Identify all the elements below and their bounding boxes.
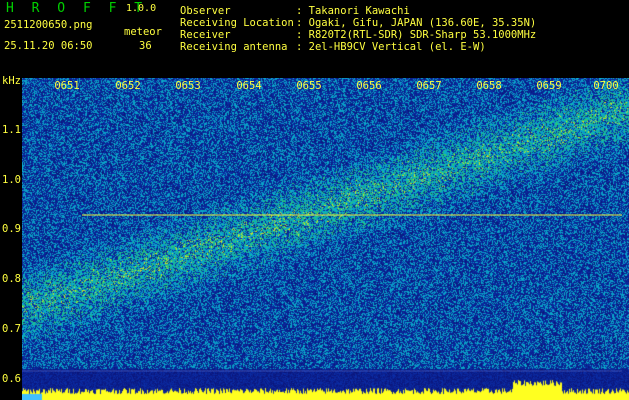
time-label-0651: 0651 bbox=[54, 80, 80, 92]
time-label-0659: 0659 bbox=[536, 80, 562, 92]
header: H R O F F T 1.0.0 2511200650.png 25.11.2… bbox=[0, 0, 629, 78]
app-version: 1.0.0 bbox=[126, 3, 157, 14]
info-label-location: Receiving Location bbox=[180, 17, 294, 29]
info-label-antenna: Receiving antenna bbox=[180, 41, 288, 53]
freq-label-0-8: 0.8 bbox=[2, 273, 21, 285]
time-label-0700: 0700 bbox=[593, 80, 619, 92]
info-value-antenna: : 2el-HB9CV Vertical (el. E-W) bbox=[296, 41, 486, 53]
file-datetime: 25.11.20 06:50 bbox=[4, 40, 93, 52]
freq-label-1-1: 1.1 bbox=[2, 124, 21, 136]
file-name: 2511200650.png bbox=[4, 19, 93, 31]
time-label-0654: 0654 bbox=[236, 80, 262, 92]
time-label-0655: 0655 bbox=[296, 80, 322, 92]
info-value-location: : Ogaki, Gifu, JAPAN (136.60E, 35.35N) bbox=[296, 17, 537, 29]
info-value-observer: : Takanori Kawachi bbox=[296, 5, 410, 17]
time-label-0658: 0658 bbox=[476, 80, 502, 92]
spectrogram bbox=[22, 78, 629, 400]
freq-label-0-6: 0.6 bbox=[2, 373, 21, 385]
freq-label-0-7: 0.7 bbox=[2, 323, 21, 335]
time-label-0652: 0652 bbox=[115, 80, 141, 92]
info-value-receiver: : R820T2(RTL-SDR) SDR-Sharp 53.1000MHz bbox=[296, 29, 537, 41]
freq-label-1-0: 1.0 bbox=[2, 174, 21, 186]
time-label-0656: 0656 bbox=[356, 80, 382, 92]
time-label-0657: 0657 bbox=[416, 80, 442, 92]
meteor-label: meteor bbox=[124, 26, 162, 38]
meteor-count: 36 bbox=[139, 40, 152, 52]
info-label-receiver: Receiver bbox=[180, 29, 231, 41]
freq-label-0-9: 0.9 bbox=[2, 223, 21, 235]
time-label-0653: 0653 bbox=[175, 80, 201, 92]
axis-unit: kHz bbox=[2, 75, 21, 87]
info-label-observer: Observer bbox=[180, 5, 231, 17]
